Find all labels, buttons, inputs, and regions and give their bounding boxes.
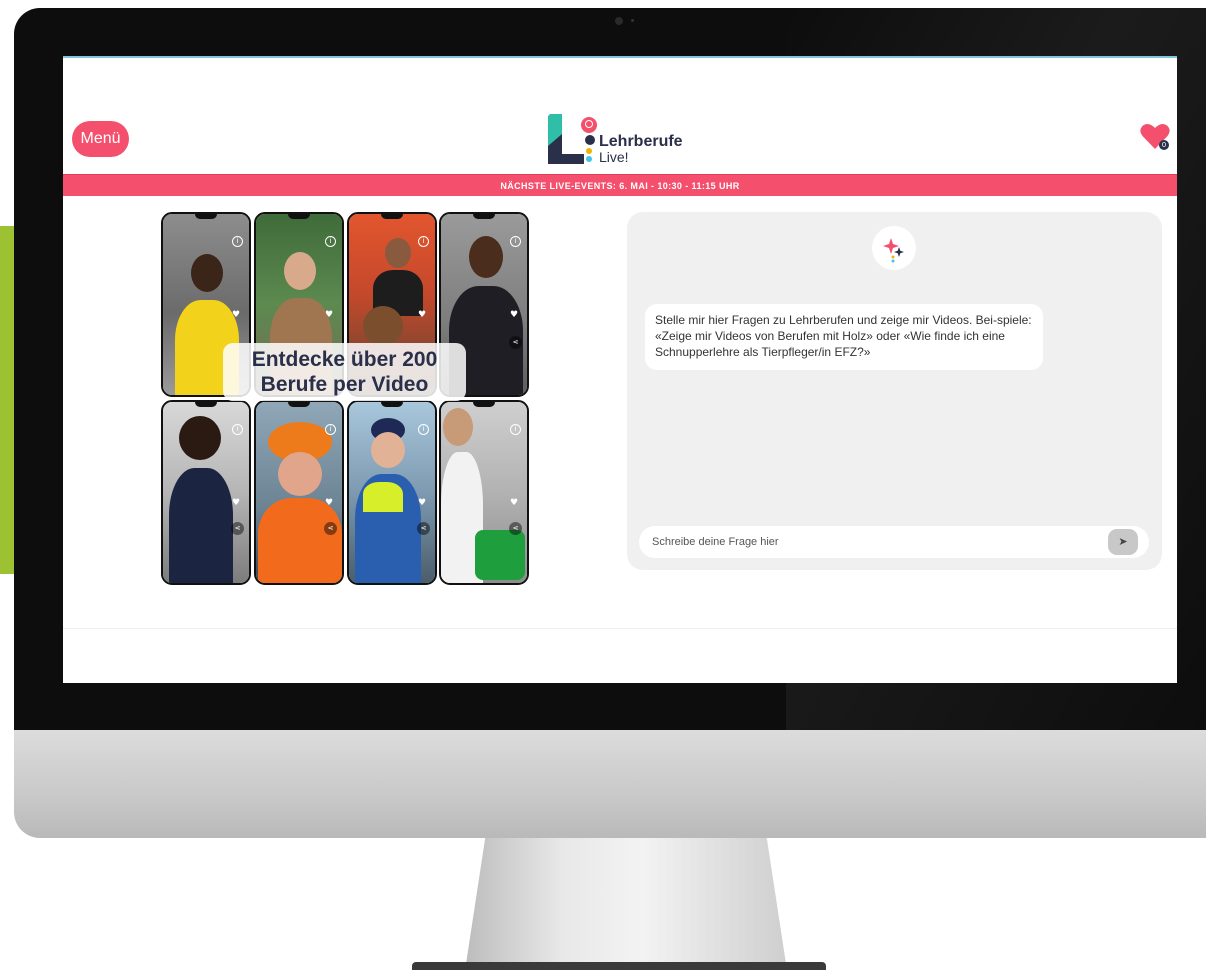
send-icon: ➤ <box>1118 535 1128 548</box>
monitor-chin <box>14 730 1206 838</box>
site-logo[interactable]: Lehrberufe Live! <box>548 114 728 166</box>
video-collage-image[interactable]: i ♥ i ♥ i ♥ i ♥ ⋖ i ♥ ⋖ i ♥ ⋖ i ♥ ⋖ i ♥ … <box>161 212 529 586</box>
camera-icon <box>615 17 623 25</box>
info-icon: i <box>232 236 243 247</box>
camera-led <box>631 19 634 22</box>
phone-video-tile: i ♥ ⋖ <box>161 400 251 585</box>
heart-icon: ♥ <box>232 310 241 320</box>
heart-icon: ♥ <box>325 310 334 320</box>
info-icon: i <box>325 236 336 247</box>
footer-divider <box>63 628 1177 629</box>
phone-video-tile: i ♥ ⋖ <box>347 400 437 585</box>
browser-screen: Menü Lehrberufe Live! 0 NÄCHSTE LIVE-EVE… <box>63 56 1177 683</box>
logo-dot-icon <box>586 148 592 154</box>
share-icon: ⋖ <box>324 522 337 535</box>
heart-icon: ♥ <box>510 498 519 508</box>
live-events-banner[interactable]: NÄCHSTE LIVE-EVENTS: 6. MAI - 10:30 - 11… <box>63 174 1177 196</box>
send-button[interactable]: ➤ <box>1108 529 1138 555</box>
heart-icon: ♥ <box>325 498 334 508</box>
logo-l-icon <box>548 114 584 164</box>
chat-question-input[interactable] <box>639 526 1149 558</box>
live-events-text: NÄCHSTE LIVE-EVENTS: 6. MAI - 10:30 - 11… <box>500 180 740 191</box>
monitor-stand <box>466 838 786 964</box>
logo-search-icon <box>581 117 597 133</box>
heart-icon: ♥ <box>510 310 519 320</box>
share-icon: ⋖ <box>509 522 522 535</box>
favorites-count-badge: 0 <box>1159 140 1169 150</box>
logo-dot-icon <box>585 135 595 145</box>
phone-video-tile: i ♥ ⋖ <box>439 400 529 585</box>
info-icon: i <box>325 424 336 435</box>
info-icon: i <box>510 424 521 435</box>
info-icon: i <box>418 236 429 247</box>
favorites-button[interactable]: 0 <box>1140 123 1170 153</box>
heart-icon: ♥ <box>418 498 427 508</box>
menu-button[interactable]: Menü <box>72 121 129 157</box>
share-icon: ⋖ <box>509 336 522 349</box>
logo-subtitle: Live! <box>599 149 629 165</box>
monitor-stand-base <box>412 962 826 970</box>
phone-video-tile: i ♥ ⋖ <box>254 400 344 585</box>
heart-icon: ♥ <box>418 310 427 320</box>
share-icon: ⋖ <box>231 522 244 535</box>
logo-dot-icon <box>586 156 592 162</box>
chat-welcome-message: Stelle mir hier Fragen zu Lehrberufen un… <box>645 304 1043 370</box>
info-icon: i <box>418 424 429 435</box>
info-icon: i <box>232 424 243 435</box>
collage-caption: Entdecke über 200 Berufe per Video <box>223 343 466 401</box>
share-icon: ⋖ <box>417 522 430 535</box>
collage-caption-line1: Entdecke über 200 <box>251 348 438 371</box>
ai-sparkle-icon <box>872 226 916 270</box>
collage-caption-line2: Berufe per Video <box>260 373 429 396</box>
top-accent-line <box>63 56 1177 58</box>
heart-icon: ♥ <box>232 498 241 508</box>
info-icon: i <box>510 236 521 247</box>
chat-panel: Stelle mir hier Fragen zu Lehrberufen un… <box>627 212 1162 570</box>
